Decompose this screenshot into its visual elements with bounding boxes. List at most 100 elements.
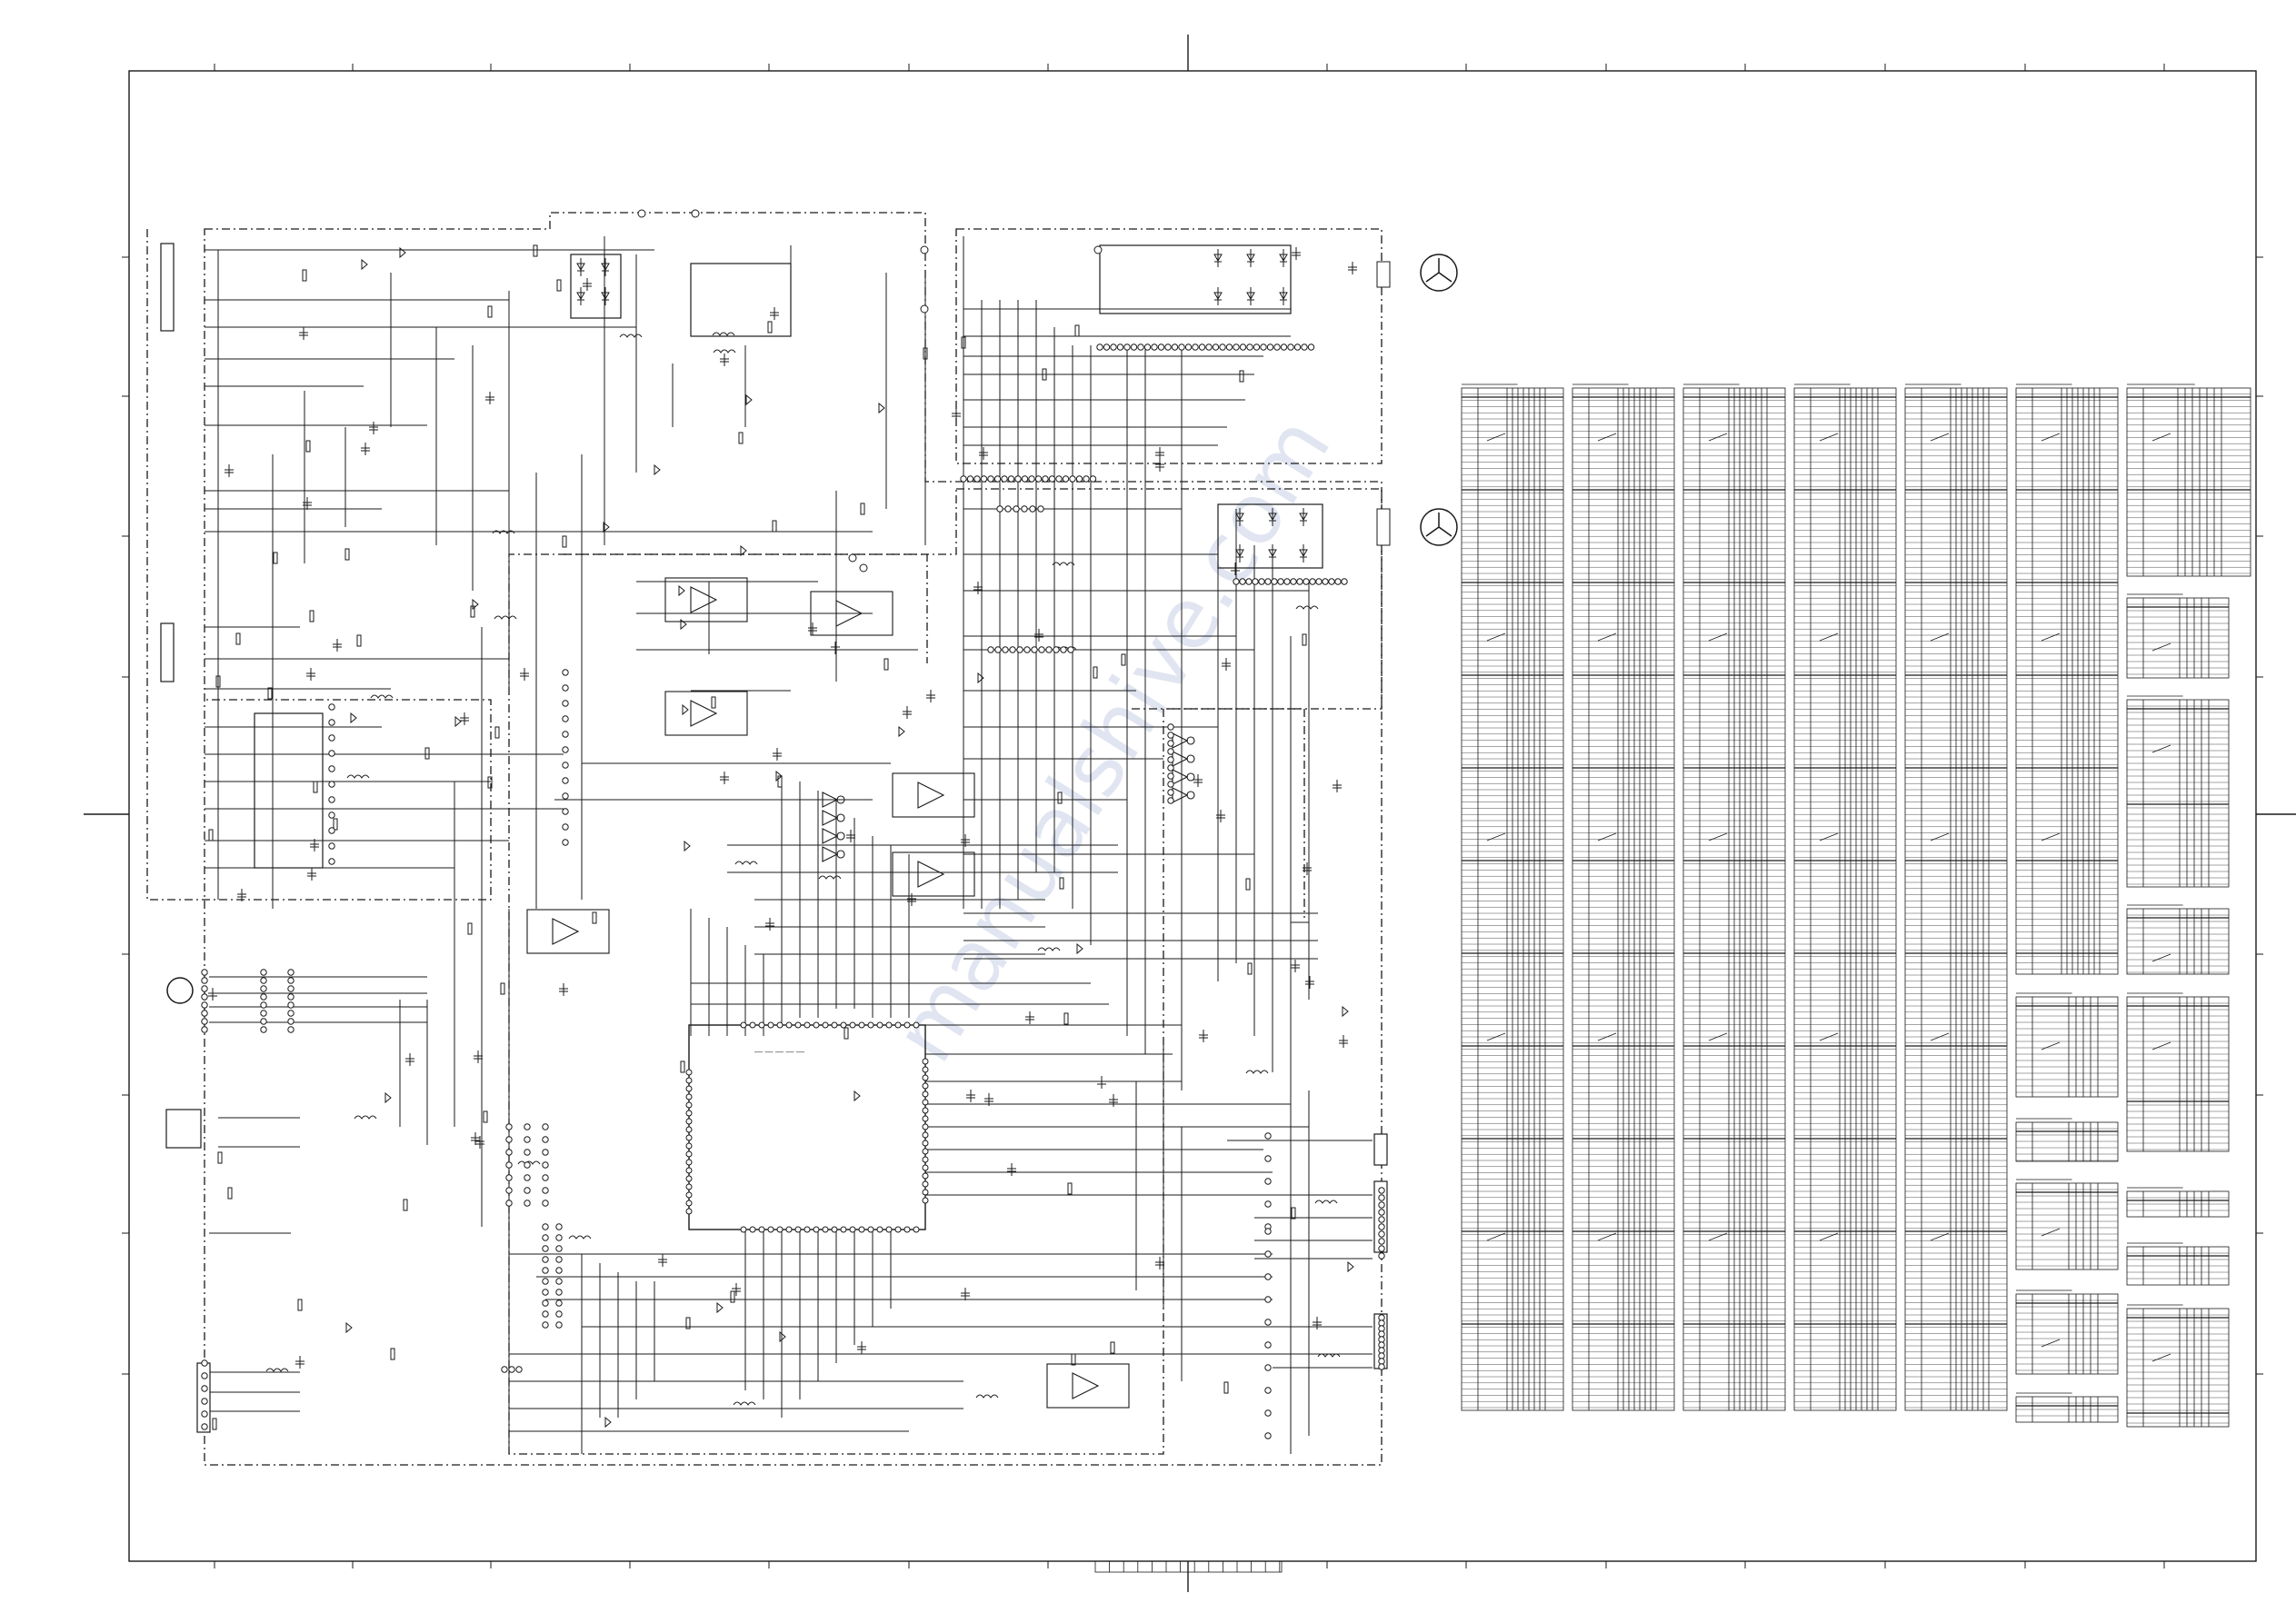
mcu-pin — [813, 1226, 820, 1233]
junction-node — [637, 209, 646, 218]
terminal-node — [542, 1256, 549, 1263]
terminal-node — [1264, 1200, 1272, 1208]
mcu-pin — [922, 1164, 929, 1171]
mcu-pin — [903, 1226, 911, 1233]
terminal-node — [1167, 740, 1174, 747]
terminal-node — [1028, 475, 1035, 483]
mcu-pin — [840, 1021, 847, 1029]
terminal-node — [1192, 344, 1199, 351]
terminal-node — [1083, 475, 1090, 483]
terminal-node — [1023, 646, 1031, 653]
terminal-node — [1378, 1230, 1385, 1238]
terminal-node — [505, 1123, 513, 1130]
junction-node — [920, 304, 929, 314]
mcu-pin — [685, 1200, 693, 1207]
terminal-node — [1378, 1363, 1385, 1370]
terminal-node — [201, 1001, 208, 1009]
terminal-node — [996, 505, 1003, 513]
mcu-pin — [685, 1150, 693, 1158]
mcu-pin — [685, 1110, 693, 1117]
terminal-node — [1001, 475, 1008, 483]
mcu-pin — [794, 1021, 802, 1029]
terminal-node — [987, 646, 994, 653]
mcu-pin — [922, 1172, 929, 1180]
mcu-pin — [685, 1183, 693, 1190]
terminal-node — [328, 858, 335, 865]
terminal-node — [1283, 578, 1291, 585]
mcu-pin — [922, 1099, 929, 1106]
terminal-node — [1252, 578, 1259, 585]
terminal-node — [1264, 1319, 1272, 1326]
terminal-node — [201, 1410, 208, 1418]
mcu-pin — [903, 1021, 911, 1029]
mcu-pin — [867, 1021, 874, 1029]
terminal-node — [1137, 344, 1144, 351]
terminal-node — [1067, 646, 1074, 653]
terminal-node — [542, 1149, 549, 1156]
terminal-node — [287, 985, 294, 992]
terminal-node — [973, 475, 981, 483]
terminal-node — [1378, 1336, 1385, 1343]
mcu-pin — [831, 1021, 838, 1029]
junction-node — [848, 553, 857, 563]
mcu-pin — [913, 1226, 920, 1233]
terminal-node — [1239, 344, 1247, 351]
terminal-node — [1378, 1238, 1385, 1245]
terminal-node — [555, 1234, 563, 1241]
terminal-node — [1287, 344, 1294, 351]
mcu-pin — [740, 1226, 747, 1233]
mcu-pin — [858, 1226, 865, 1233]
terminal-node — [1157, 344, 1165, 351]
terminal-node — [1264, 1409, 1272, 1417]
terminal-node — [201, 1018, 208, 1025]
terminal-node — [555, 1223, 563, 1230]
mcu-pin — [849, 1021, 856, 1029]
terminal-node — [1378, 1319, 1385, 1327]
terminal-node — [505, 1136, 513, 1143]
mcu-pin — [767, 1226, 774, 1233]
terminal-node — [524, 1123, 531, 1130]
terminal-node — [980, 475, 988, 483]
mcu-pin — [876, 1021, 883, 1029]
terminal-node — [287, 1018, 294, 1025]
terminal-node — [505, 1174, 513, 1181]
terminal-node — [555, 1321, 563, 1329]
mcu-pin — [813, 1021, 820, 1029]
mcu-pin — [685, 1208, 693, 1215]
mcu-pin — [858, 1021, 865, 1029]
mcu-pin — [794, 1226, 802, 1233]
terminal-node — [1013, 505, 1020, 513]
mcu-pin — [804, 1226, 811, 1233]
terminal-node — [524, 1149, 531, 1156]
terminal-node — [1309, 578, 1316, 585]
mcu-pin — [685, 1077, 693, 1084]
svg-text:— — — — —: — — — — — — [754, 1047, 804, 1056]
mcu-pin — [922, 1156, 929, 1163]
terminal-node — [562, 700, 569, 707]
mcu-pin — [840, 1226, 847, 1233]
terminal-node — [1264, 1364, 1272, 1371]
schematic-sheet: manualshive.com — — — — — — [0, 0, 2296, 1623]
terminal-node — [1021, 475, 1029, 483]
mcu-pin — [922, 1131, 929, 1139]
mcu-pin — [922, 1197, 929, 1204]
terminal-node — [1264, 1228, 1272, 1235]
terminal-node — [555, 1267, 563, 1274]
terminal-node — [1233, 578, 1240, 585]
terminal-node — [524, 1187, 531, 1194]
terminal-node — [201, 977, 208, 984]
mcu-pin — [922, 1082, 929, 1090]
terminal-node — [1009, 646, 1016, 653]
terminal-node — [1341, 578, 1348, 585]
terminal-node — [505, 1187, 513, 1194]
terminal-node — [562, 684, 569, 692]
terminal-node — [508, 1366, 515, 1373]
mcu-pin — [767, 1021, 774, 1029]
junction-node — [1093, 245, 1103, 254]
terminal-node — [524, 1136, 531, 1143]
terminal-node — [505, 1200, 513, 1207]
terminal-node — [1290, 578, 1297, 585]
mcu-pin — [685, 1101, 693, 1109]
terminal-node — [1260, 344, 1267, 351]
mcu-pin — [776, 1021, 784, 1029]
